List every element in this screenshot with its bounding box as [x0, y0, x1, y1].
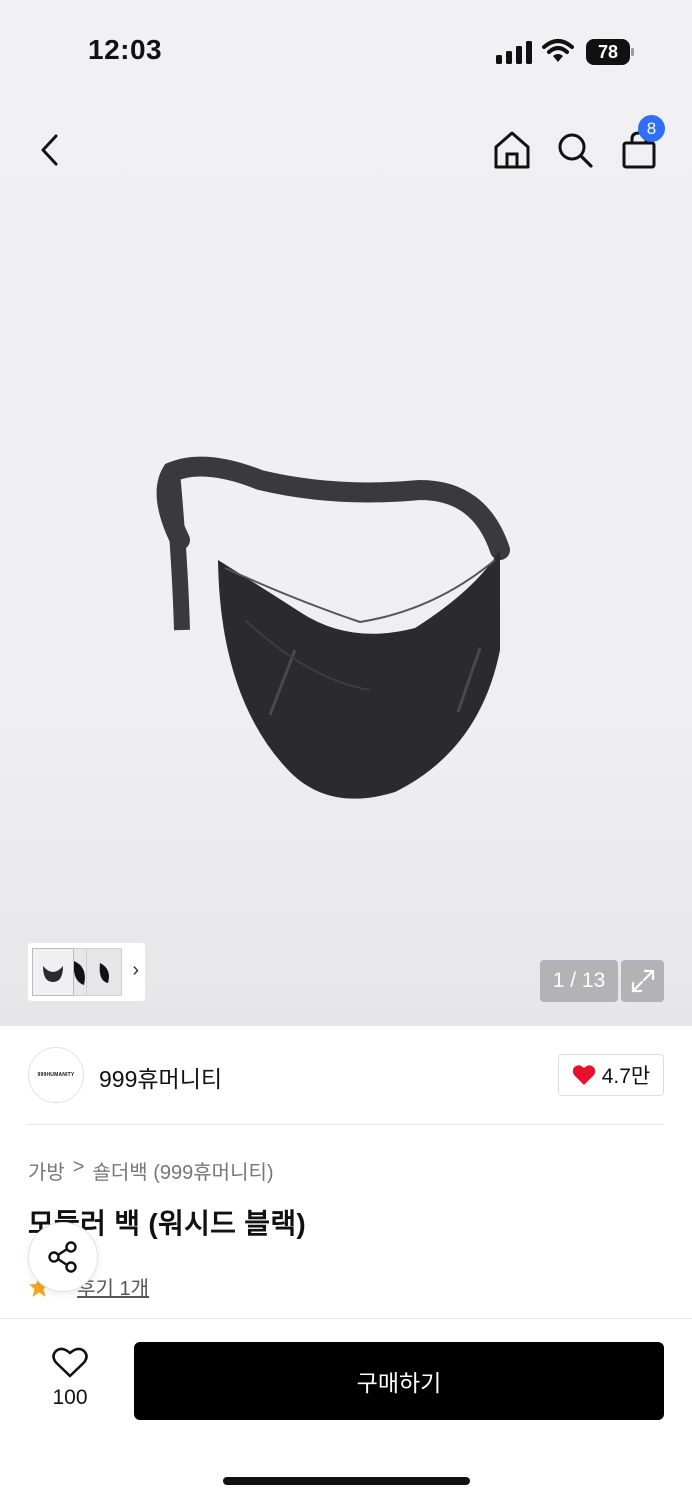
cart-badge: 8: [638, 115, 665, 142]
wish-count: 100: [52, 1386, 88, 1409]
share-button[interactable]: [28, 1222, 98, 1292]
battery-tip: [631, 48, 634, 56]
thumbnail[interactable]: [32, 948, 74, 996]
product-image-gallery[interactable]: 12:03 78 8 › 1 / 13: [0, 0, 692, 1026]
home-indicator: [223, 1477, 470, 1485]
status-time: 12:03: [88, 34, 163, 65]
expand-icon: [631, 969, 654, 993]
brand-like-button[interactable]: 4.7만: [558, 1054, 664, 1096]
status-bar: 12:03 78: [0, 0, 692, 100]
thumbnail-image: [43, 966, 63, 982]
breadcrumb-category[interactable]: 가방: [28, 1156, 65, 1185]
heart-icon: [572, 1065, 595, 1085]
battery-level: 78: [586, 39, 630, 65]
brand-row[interactable]: 999HUMANITY 999휴머니티 4.7만: [28, 1047, 664, 1103]
buy-button[interactable]: 구매하기: [134, 1342, 664, 1420]
image-pager: 1 / 13: [540, 960, 618, 1002]
top-nav: 8: [0, 115, 692, 180]
breadcrumb: 가방 > 숄더백 (999휴머니티): [28, 1156, 274, 1185]
thumbnail-strip[interactable]: ›: [28, 943, 145, 1001]
brand-like-count: 4.7만: [601, 1065, 651, 1088]
search-button[interactable]: [553, 128, 597, 172]
share-icon: [48, 1241, 77, 1273]
bottom-action-bar: 100 구매하기: [0, 1318, 692, 1500]
expand-button[interactable]: [621, 960, 664, 1002]
brand-name[interactable]: 999휴머니티: [99, 1060, 222, 1094]
divider: [28, 1124, 664, 1125]
home-icon: [494, 131, 530, 169]
signal-icon: [496, 41, 532, 64]
brand-logo[interactable]: 999HUMANITY: [28, 1047, 84, 1103]
wish-button[interactable]: 100: [40, 1347, 100, 1411]
product-image: [156, 456, 510, 799]
home-button[interactable]: [490, 128, 534, 172]
wifi-icon: [542, 39, 574, 62]
battery-indicator: 78: [586, 39, 634, 65]
breadcrumb-subcategory[interactable]: 숄더백 (999휴머니티): [93, 1156, 274, 1185]
thumbnail-image: [99, 963, 109, 983]
heart-outline-icon: [52, 1347, 88, 1378]
back-icon: [41, 134, 58, 166]
breadcrumb-separator: >: [72, 1156, 85, 1178]
search-icon: [558, 133, 593, 168]
cart-button[interactable]: 8: [617, 115, 665, 172]
thumbnail[interactable]: [86, 948, 122, 996]
back-button[interactable]: [28, 128, 72, 172]
chevron-right-icon[interactable]: ›: [132, 959, 139, 982]
